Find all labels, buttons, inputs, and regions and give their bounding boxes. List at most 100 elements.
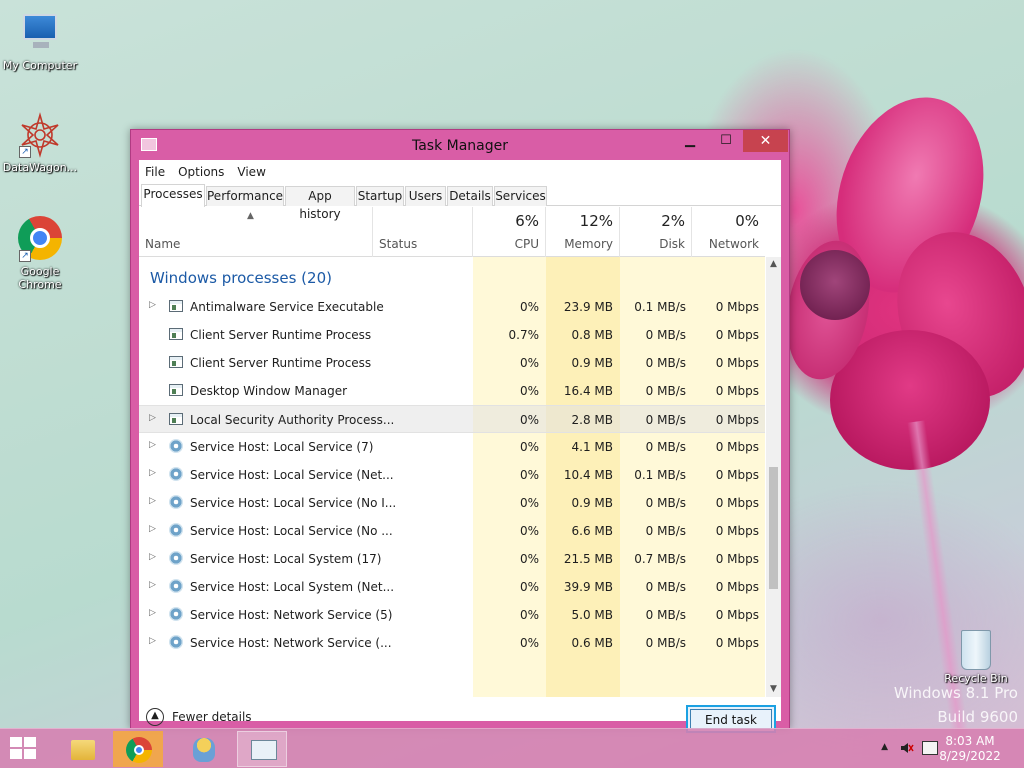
column-header-network[interactable]: 0% Network xyxy=(692,207,765,257)
cpu-total-percent: 6% xyxy=(515,212,539,230)
clock[interactable]: 8:03 AM 8/29/2022 xyxy=(938,734,1002,764)
column-header-name[interactable]: ▲ Name xyxy=(139,207,373,257)
process-disk-value: 0 MB/s xyxy=(645,496,686,510)
desktop-icon-label: Recycle Bin xyxy=(944,672,1008,685)
tab-services[interactable]: Services xyxy=(494,186,547,206)
expand-chevron-icon[interactable]: ▷ xyxy=(149,440,156,450)
tab-processes[interactable]: Processes xyxy=(141,184,205,207)
tab-performance[interactable]: Performance xyxy=(206,186,284,206)
expand-chevron-icon[interactable]: ▷ xyxy=(149,524,156,534)
network-total-percent: 0% xyxy=(735,212,759,230)
title-bar[interactable]: Task Manager ▁ ☐ ✕ xyxy=(131,130,789,160)
expand-chevron-icon[interactable]: ▷ xyxy=(149,636,156,646)
scroll-down-arrow-icon[interactable]: ▼ xyxy=(766,682,781,697)
windows-logo-icon xyxy=(24,737,36,747)
speaker-muted-icon[interactable] xyxy=(900,741,914,755)
os-watermark-edition: Windows 8.1 Pro xyxy=(893,684,1018,702)
menu-options[interactable]: Options xyxy=(178,165,224,179)
expand-chevron-icon[interactable]: ▷ xyxy=(149,496,156,506)
desktop-icon-my-computer[interactable]: My Computer xyxy=(0,10,80,72)
process-row[interactable]: ▷ Service Host: Network Service (5) 0% 5.0 … xyxy=(139,601,765,629)
minimize-button[interactable]: ▁ xyxy=(675,130,705,152)
process-row[interactable]: Client Server Runtime Process 0.7% 0.8 MB 0… xyxy=(139,321,765,349)
process-name: Antimalware Service Executable xyxy=(190,300,384,314)
process-row[interactable]: Client Server Runtime Process 0% 0.9 MB 0 M… xyxy=(139,349,765,377)
process-grid: ▲ Name Status 6% CPU 12% Memory 2% Disk xyxy=(139,207,781,697)
taskbar-pinned-app[interactable] xyxy=(178,731,228,767)
scrollbar-thumb[interactable] xyxy=(769,467,778,589)
scroll-up-arrow-icon[interactable]: ▲ xyxy=(766,257,781,272)
desktop-icon-google-chrome[interactable]: ↗ Google Chrome xyxy=(0,216,80,291)
shortcut-arrow-icon: ↗ xyxy=(19,146,31,158)
taskbar-chrome[interactable] xyxy=(113,731,163,767)
expand-chevron-icon[interactable]: ▷ xyxy=(149,552,156,562)
process-row[interactable]: ▷ Service Host: Local System (17) 0% 21.5 M… xyxy=(139,545,765,573)
desktop-icon-label: My Computer xyxy=(2,59,78,72)
process-network-value: 0 Mbps xyxy=(715,384,759,398)
process-cpu-value: 0% xyxy=(519,413,539,427)
menu-file[interactable]: File xyxy=(145,165,165,179)
process-memory-value: 10.4 MB xyxy=(563,468,613,482)
process-name: Service Host: Network Service (5) xyxy=(190,608,393,622)
footer-bar: ▲ Fewer details End task xyxy=(139,697,781,733)
process-row[interactable]: ▷ Service Host: Local Service (No I... 0% 0… xyxy=(139,489,765,517)
process-memory-value: 5.0 MB xyxy=(571,608,613,622)
task-manager-icon xyxy=(251,740,277,760)
windows-logo-icon xyxy=(10,737,22,747)
process-network-value: 0 Mbps xyxy=(715,440,759,454)
expand-chevron-icon[interactable]: ▷ xyxy=(149,608,156,618)
column-header-disk[interactable]: 2% Disk xyxy=(620,207,692,257)
process-row[interactable]: ▷ Local Security Authority Process... 0% 2.… xyxy=(139,405,765,433)
process-name: Client Server Runtime Process xyxy=(190,356,372,370)
tab-app-history[interactable]: App history xyxy=(285,186,355,221)
expand-chevron-icon[interactable]: ▷ xyxy=(149,468,156,478)
column-label: Status xyxy=(379,237,418,251)
process-disk-value: 0 MB/s xyxy=(645,608,686,622)
shortcut-arrow-icon: ↗ xyxy=(19,250,31,262)
column-header-cpu[interactable]: 6% CPU xyxy=(473,207,546,257)
close-button[interactable]: ✕ xyxy=(743,130,788,152)
expand-chevron-icon[interactable]: ▷ xyxy=(149,413,156,423)
desktop-icon-recycle-bin[interactable]: Recycle Bin xyxy=(938,630,1014,685)
expand-chevron-icon[interactable]: ▷ xyxy=(149,300,156,310)
show-hidden-icons-icon[interactable]: ▲ xyxy=(881,742,888,752)
process-row[interactable]: ▷ Service Host: Network Service (... 0% 0.6… xyxy=(139,629,765,657)
process-memory-value: 0.9 MB xyxy=(571,496,613,510)
process-memory-value: 39.9 MB xyxy=(563,580,613,594)
process-network-value: 0 Mbps xyxy=(715,608,759,622)
expand-chevron-icon[interactable]: ▷ xyxy=(149,580,156,590)
process-disk-value: 0 MB/s xyxy=(645,328,686,342)
vertical-scrollbar[interactable]: ▲ ▼ xyxy=(766,257,781,697)
gear-icon xyxy=(169,495,183,509)
tab-startup[interactable]: Startup xyxy=(356,186,404,206)
app-window-icon xyxy=(169,356,183,368)
desktop-icon-datawagon[interactable]: ↗ DataWagon... xyxy=(0,112,80,174)
process-row[interactable]: ▷ Antimalware Service Executable 0% 23.9 MB… xyxy=(139,293,765,321)
process-name: Service Host: Local System (17) xyxy=(190,552,382,566)
process-row[interactable]: ▷ Service Host: Local Service (7) 0% 4.1 MB… xyxy=(139,433,765,461)
taskbar-task-manager[interactable] xyxy=(237,731,287,767)
menu-view[interactable]: View xyxy=(237,165,265,179)
tab-users[interactable]: Users xyxy=(405,186,446,206)
process-row[interactable]: Desktop Window Manager 0% 16.4 MB 0 MB/s 0 M… xyxy=(139,377,765,405)
taskbar-file-explorer[interactable] xyxy=(56,731,106,767)
process-cpu-value: 0% xyxy=(519,552,539,566)
process-row[interactable]: ▷ Service Host: Local System (Net... 0% 39.… xyxy=(139,573,765,601)
group-header-windows-processes[interactable]: Windows processes (20) xyxy=(139,257,765,293)
column-header-memory[interactable]: 12% Memory xyxy=(546,207,620,257)
process-row[interactable]: ▷ Service Host: Local Service (Net... 0% 10… xyxy=(139,461,765,489)
chrome-icon xyxy=(126,737,152,763)
process-disk-value: 0 MB/s xyxy=(645,580,686,594)
start-button[interactable] xyxy=(10,737,38,761)
os-watermark-build: Build 9600 xyxy=(937,708,1018,726)
tab-details[interactable]: Details xyxy=(447,186,493,206)
recycle-bin-icon xyxy=(961,630,991,670)
maximize-button[interactable]: ☐ xyxy=(711,130,741,152)
process-cpu-value: 0% xyxy=(519,496,539,510)
network-icon[interactable] xyxy=(922,741,938,755)
column-header-status[interactable]: Status xyxy=(373,207,473,257)
process-cpu-value: 0% xyxy=(519,384,539,398)
fewer-details-button[interactable]: ▲ Fewer details xyxy=(146,707,252,727)
process-network-value: 0 Mbps xyxy=(715,413,759,427)
process-row[interactable]: ▷ Service Host: Local Service (No ... 0% 6.… xyxy=(139,517,765,545)
